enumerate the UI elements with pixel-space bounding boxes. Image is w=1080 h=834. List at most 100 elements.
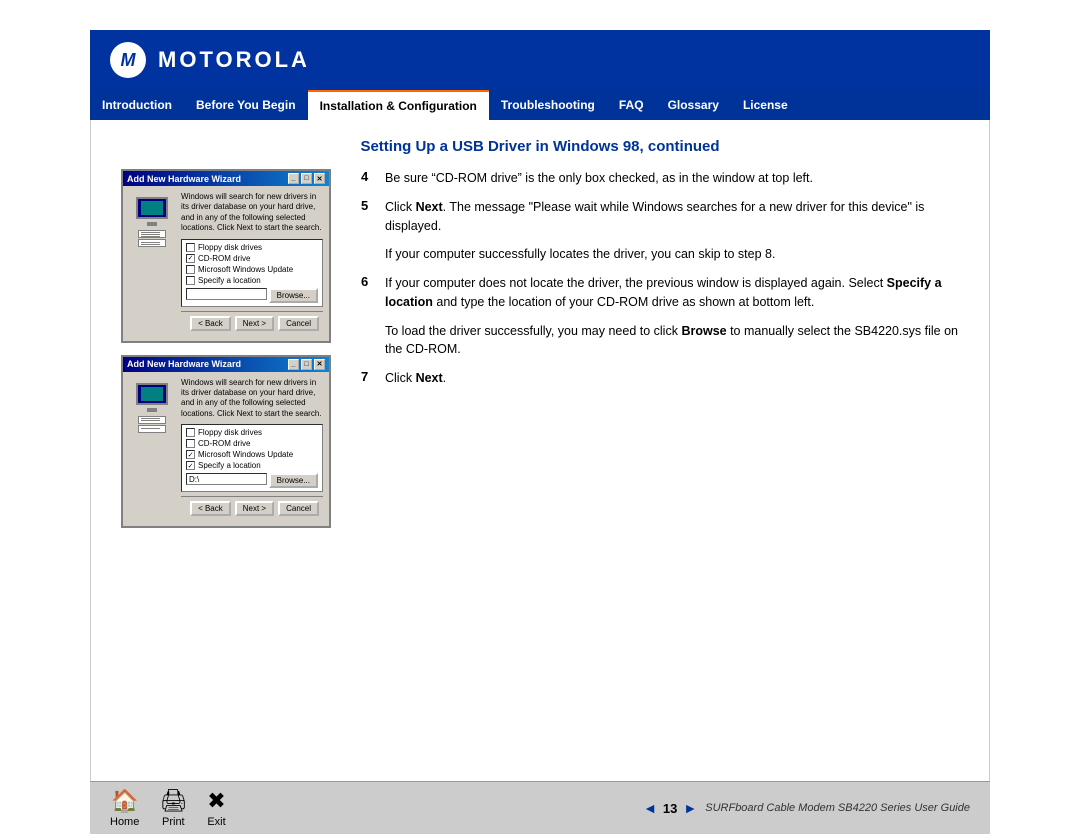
- header: M MOTOROLA: [90, 30, 990, 90]
- back-button-top[interactable]: < Back: [190, 316, 231, 331]
- cb-specify-bottom[interactable]: [186, 461, 195, 470]
- wizard-description-bottom: Windows will search for new drivers in i…: [181, 378, 323, 420]
- home-button[interactable]: 🏠 Home: [110, 788, 139, 828]
- paper-lines-4: [141, 428, 165, 429]
- content-columns: Add New Hardware Wizard _ □ ✕: [121, 169, 959, 528]
- step-4-num: 4: [361, 169, 377, 184]
- home-icon: 🏠: [111, 788, 138, 814]
- monitor-icon-bottom: [136, 383, 168, 405]
- wizard-titlebar-buttons-bottom: _ □ ✕: [288, 359, 325, 370]
- paper-item-1: [138, 230, 166, 238]
- wizard-input-row-bottom: D:\ Browse...: [186, 473, 318, 488]
- wizard-panel-bottom: Floppy disk drives CD-ROM drive Microsof…: [181, 424, 323, 492]
- nav-introduction[interactable]: Introduction: [90, 90, 184, 120]
- nav-license[interactable]: License: [731, 90, 800, 120]
- paper-line: [141, 242, 160, 243]
- cb-cdrom-bottom[interactable]: [186, 439, 195, 448]
- wizard-panel-top: Floppy disk drives CD-ROM drive Microsof…: [181, 239, 323, 307]
- wizard-minimize[interactable]: _: [288, 173, 299, 184]
- paper-item-2: [138, 239, 166, 247]
- cb-windows-update-bottom[interactable]: [186, 450, 195, 459]
- step-6-row: 6 If your computer does not locate the d…: [361, 274, 959, 312]
- prev-page-arrow[interactable]: ◄: [643, 800, 657, 816]
- wizard-right-bottom: Windows will search for new drivers in i…: [181, 378, 323, 521]
- next-button-top[interactable]: Next >: [235, 316, 274, 331]
- wizard-dialog-top: Add New Hardware Wizard _ □ ✕: [121, 169, 331, 343]
- monitor-stand-bottom: [147, 408, 157, 412]
- next-page-arrow[interactable]: ►: [683, 800, 697, 816]
- print-icon: 🖨: [159, 788, 187, 814]
- print-button[interactable]: 🖨 Print: [159, 788, 187, 828]
- step-7-text: Click Next.: [385, 369, 446, 388]
- paper-line: [141, 236, 160, 237]
- wizard-titlebar-buttons: _ □ ✕: [288, 173, 325, 184]
- location-input-top[interactable]: [186, 288, 267, 300]
- wizard-body-top: Windows will search for new drivers in i…: [123, 186, 329, 341]
- cb-row-specify-bottom: Specify a location: [186, 461, 318, 470]
- wizard-close[interactable]: ✕: [314, 173, 325, 184]
- nav-troubleshooting[interactable]: Troubleshooting: [489, 90, 607, 120]
- paper-item-3: [138, 416, 166, 424]
- cb-cdrom-top[interactable]: [186, 254, 195, 263]
- cb-floppy-bottom[interactable]: [186, 428, 195, 437]
- papers-stack-bottom: [138, 416, 166, 433]
- paper-lines-3: [141, 418, 165, 421]
- page-wrapper: M MOTOROLA Introduction Before You Begin…: [0, 0, 1080, 834]
- cb-row-windows-update-bottom: Microsoft Windows Update: [186, 450, 318, 459]
- cb-floppy-top[interactable]: [186, 243, 195, 252]
- wizard-close-bottom[interactable]: ✕: [314, 359, 325, 370]
- wizard-title-text: Add New Hardware Wizard: [127, 174, 241, 184]
- wizard-maximize[interactable]: □: [301, 173, 312, 184]
- location-input-bottom[interactable]: D:\: [186, 473, 267, 485]
- wizard-maximize-bottom[interactable]: □: [301, 359, 312, 370]
- browse-button-bottom[interactable]: Browse...: [269, 473, 318, 488]
- cb-row-cdrom-top: CD-ROM drive: [186, 254, 318, 263]
- nav-before-you-begin[interactable]: Before You Begin: [184, 90, 308, 120]
- step-6-text: If your computer does not locate the dri…: [385, 274, 959, 312]
- next-button-bottom[interactable]: Next >: [235, 501, 274, 516]
- footer-bar: 🏠 Home 🖨 Print ✖ Exit ◄ 13 ► SURFboard C…: [90, 781, 990, 834]
- paper-lines: [141, 232, 165, 237]
- print-label: Print: [162, 816, 185, 828]
- cancel-button-bottom[interactable]: Cancel: [278, 501, 319, 516]
- wizard-buttons-top: < Back Next > Cancel: [181, 311, 323, 335]
- wizard-title-text-bottom: Add New Hardware Wizard: [127, 359, 241, 369]
- wizard-minimize-bottom[interactable]: _: [288, 359, 299, 370]
- exit-icon: ✖: [207, 788, 225, 814]
- guide-title: SURFboard Cable Modem SB4220 Series User…: [705, 802, 970, 814]
- cb-cdrom-label-top: CD-ROM drive: [198, 254, 250, 263]
- cancel-button-top[interactable]: Cancel: [278, 316, 319, 331]
- cb-row-specify-top: Specify a location: [186, 276, 318, 285]
- nav-bar: Introduction Before You Begin Installati…: [90, 90, 990, 120]
- monitor-screen: [141, 201, 163, 215]
- back-button-bottom[interactable]: < Back: [190, 501, 231, 516]
- cb-specify-label-bottom: Specify a location: [198, 461, 261, 470]
- monitor-icon: [136, 197, 168, 219]
- step-6-num: 6: [361, 274, 377, 289]
- nav-faq[interactable]: FAQ: [607, 90, 656, 120]
- cb-windows-update-top[interactable]: [186, 265, 195, 274]
- nav-glossary[interactable]: Glossary: [656, 90, 731, 120]
- step-7-row: 7 Click Next.: [361, 369, 959, 388]
- logo-text: MOTOROLA: [158, 47, 310, 73]
- wizard-buttons-bottom: < Back Next > Cancel: [181, 496, 323, 520]
- wizard-right-top: Windows will search for new drivers in i…: [181, 192, 323, 335]
- paper-line: [141, 418, 160, 419]
- step-7-num: 7: [361, 369, 377, 384]
- nav-installation-configuration[interactable]: Installation & Configuration: [308, 90, 489, 120]
- step-4-row: 4 Be sure “CD-ROM drive” is the only box…: [361, 169, 959, 188]
- page-title: Setting Up a USB Driver in Windows 98, c…: [121, 138, 959, 155]
- wizard-input-row-top: Browse...: [186, 288, 318, 303]
- cb-floppy-label-bottom: Floppy disk drives: [198, 428, 262, 437]
- cb-row-windows-update-top: Microsoft Windows Update: [186, 265, 318, 274]
- step-5-num: 5: [361, 198, 377, 213]
- cb-specify-top[interactable]: [186, 276, 195, 285]
- wizard-titlebar-top: Add New Hardware Wizard _ □ ✕: [123, 171, 329, 186]
- exit-button[interactable]: ✖ Exit: [207, 788, 225, 828]
- footer-left: 🏠 Home 🖨 Print ✖ Exit: [110, 788, 226, 828]
- wizard-illustration-top: [129, 192, 175, 252]
- motorola-logo-circle: M: [110, 42, 146, 78]
- browse-button-top[interactable]: Browse...: [269, 288, 318, 303]
- wizard-description-top: Windows will search for new drivers in i…: [181, 192, 323, 234]
- cb-row-floppy-bottom: Floppy disk drives: [186, 428, 318, 437]
